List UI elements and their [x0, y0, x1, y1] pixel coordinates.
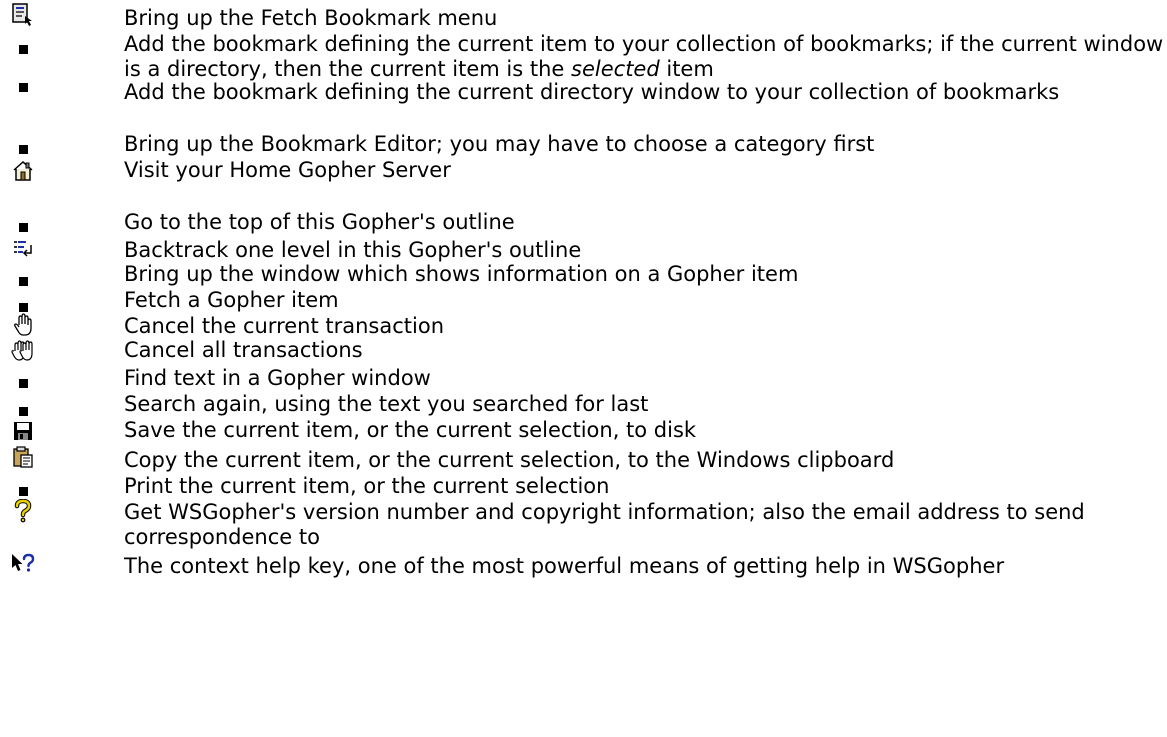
- bullet-icon: [10, 268, 36, 294]
- help-text: Save the current item, or the current se…: [124, 418, 697, 442]
- help-text: Cancel all transactions: [124, 338, 363, 362]
- help-text: Print the current item, or the current s…: [124, 474, 610, 498]
- floppy-disk-icon[interactable]: [10, 418, 36, 444]
- help-text: Copy the current item, or the current se…: [124, 448, 895, 472]
- home-icon[interactable]: [10, 158, 36, 184]
- help-text: Find text in a Gopher window: [124, 366, 431, 390]
- clipboard-icon[interactable]: [10, 444, 36, 470]
- help-text: Get WSGopher's version number and copyri…: [124, 500, 1085, 549]
- backtrack-icon[interactable]: [10, 236, 36, 262]
- bullet-icon: [10, 74, 36, 100]
- context-help-icon[interactable]: [10, 550, 36, 576]
- help-text: Add the bookmark defining the current it…: [124, 32, 1164, 81]
- help-text: Bring up the window which shows informat…: [124, 262, 799, 286]
- help-text: Go to the top of this Gopher's outline: [124, 210, 515, 234]
- bullet-icon: [10, 36, 36, 62]
- help-text: Backtrack one level in this Gopher's out…: [124, 238, 582, 262]
- help-text: Add the bookmark defining the current di…: [124, 80, 1060, 104]
- bullet-icon: [10, 370, 36, 396]
- help-text: Search again, using the text you searche…: [124, 392, 649, 416]
- help-text: Bring up the Fetch Bookmark menu: [124, 6, 498, 30]
- question-mark-icon[interactable]: [10, 498, 36, 524]
- double-hand-stop-icon[interactable]: [10, 338, 36, 364]
- hand-stop-icon[interactable]: [10, 312, 36, 338]
- help-text: The context help key, one of the most po…: [124, 554, 1005, 578]
- help-text: Fetch a Gopher item: [124, 288, 339, 312]
- fetch-bookmark-icon[interactable]: [10, 2, 36, 28]
- help-text: Cancel the current transaction: [124, 314, 445, 338]
- help-text: Bring up the Bookmark Editor; you may ha…: [124, 132, 875, 156]
- help-text: Visit your Home Gopher Server: [124, 158, 451, 182]
